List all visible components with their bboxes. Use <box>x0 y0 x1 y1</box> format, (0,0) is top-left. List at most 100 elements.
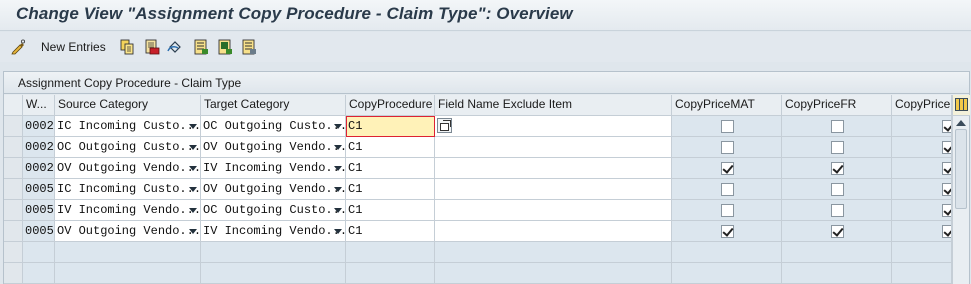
target-category-dropdown[interactable]: OC Outgoing Custo... <box>201 200 346 221</box>
display-change-icon[interactable] <box>11 39 27 55</box>
checkbox[interactable] <box>942 162 951 175</box>
checkbox[interactable] <box>721 162 734 175</box>
column-header-copy-procedure[interactable]: CopyProcedure <box>346 95 435 116</box>
target-category-dropdown[interactable]: OV Outgoing Vendo... <box>201 137 346 158</box>
column-header-copy-price-fr[interactable]: CopyPriceFR <box>782 95 892 116</box>
row-selector[interactable] <box>4 200 23 221</box>
page-title: Change View "Assignment Copy Procedure -… <box>16 4 573 23</box>
table-row: 0005 IC Incoming Custo... OV Outgoing Vend… <box>4 179 952 200</box>
row-selector[interactable] <box>4 158 23 179</box>
source-category-dropdown[interactable]: IV Incoming Vendo... <box>55 200 201 221</box>
value-help-icon[interactable] <box>437 118 452 133</box>
row-selector[interactable] <box>4 242 23 263</box>
select-all-rows-button[interactable] <box>4 95 23 116</box>
row-selector[interactable] <box>4 137 23 158</box>
scrollbar-thumb[interactable] <box>955 129 967 209</box>
copy-price-mat-checkbox <box>672 179 782 200</box>
checkbox[interactable] <box>831 141 844 154</box>
checkbox[interactable] <box>831 120 844 133</box>
checkbox[interactable] <box>942 225 951 238</box>
checkbox[interactable] <box>942 120 951 133</box>
new-entries-button[interactable]: New Entries <box>41 40 106 54</box>
column-header-source-category[interactable]: Source Category <box>55 95 201 116</box>
column-header-field-name-exclude-item[interactable]: Field Name Exclude Item <box>435 95 672 116</box>
source-category-dropdown[interactable]: IC Incoming Custo... <box>55 179 201 200</box>
title-bar: Change View "Assignment Copy Procedure -… <box>0 0 971 31</box>
copy-procedure-input[interactable]: C1 <box>346 137 435 158</box>
copy-procedure-input[interactable]: C1 <box>346 221 435 242</box>
checkbox[interactable] <box>721 204 734 217</box>
target-category-dropdown[interactable]: OC Outgoing Custo... <box>201 116 346 137</box>
source-category-dropdown[interactable]: OV Outgoing Vendo... <box>55 158 201 179</box>
dropdown-arrow-icon[interactable] <box>334 229 342 234</box>
table-grid: W... Source Category Target Category Cop… <box>4 95 952 284</box>
field-name-exclude-item-input[interactable] <box>435 179 672 200</box>
dropdown-arrow-icon[interactable] <box>334 166 342 171</box>
select-block-icon[interactable] <box>217 39 233 55</box>
dropdown-arrow-icon[interactable] <box>189 229 197 234</box>
dropdown-arrow-icon[interactable] <box>189 187 197 192</box>
checkbox[interactable] <box>942 204 951 217</box>
source-category-dropdown[interactable]: OV Outgoing Vendo... <box>55 221 201 242</box>
copy-procedure-input[interactable]: C1 <box>346 200 435 221</box>
copy-price-fr-checkbox <box>782 200 892 221</box>
cell-text: IC Incoming Custo... <box>57 182 201 196</box>
vertical-scrollbar[interactable] <box>952 95 970 284</box>
copy-icon[interactable] <box>119 39 135 55</box>
target-category-dropdown[interactable]: OV Outgoing Vendo... <box>201 179 346 200</box>
source-category-dropdown[interactable]: IC Incoming Custo... <box>55 116 201 137</box>
target-category-dropdown[interactable]: IV Incoming Vendo... <box>201 158 346 179</box>
cell-text: IV Incoming Vendo... <box>203 161 346 175</box>
dropdown-arrow-icon[interactable] <box>189 145 197 150</box>
dropdown-arrow-icon[interactable] <box>189 124 197 129</box>
cell-text: OC Outgoing Custo... <box>57 140 201 154</box>
copy-price-s-checkbox <box>892 221 952 242</box>
undo-change-icon[interactable] <box>167 39 183 55</box>
checkbox[interactable] <box>721 225 734 238</box>
dropdown-arrow-icon[interactable] <box>189 208 197 213</box>
checkbox[interactable] <box>721 120 734 133</box>
checkbox[interactable] <box>831 225 844 238</box>
dropdown-arrow-icon[interactable] <box>334 145 342 150</box>
field-name-exclude-item-input[interactable] <box>435 158 672 179</box>
checkbox[interactable] <box>831 183 844 196</box>
dropdown-arrow-icon[interactable] <box>334 187 342 192</box>
copy-procedure-input[interactable]: C1 <box>346 158 435 179</box>
checkbox[interactable] <box>942 141 951 154</box>
deselect-all-icon[interactable] <box>241 39 257 55</box>
copy-procedure-input[interactable]: C1 <box>346 179 435 200</box>
source-category-dropdown[interactable]: OC Outgoing Custo... <box>55 137 201 158</box>
dropdown-arrow-icon[interactable] <box>189 166 197 171</box>
target-category-dropdown[interactable]: IV Incoming Vendo... <box>201 221 346 242</box>
delete-icon[interactable] <box>144 39 160 55</box>
checkbox[interactable] <box>831 162 844 175</box>
field-name-exclude-item-input[interactable] <box>435 116 672 137</box>
copy-price-fr-checkbox <box>782 116 892 137</box>
column-header-target-category[interactable]: Target Category <box>201 95 346 116</box>
application-toolbar: New Entries <box>0 32 971 62</box>
dropdown-arrow-icon[interactable] <box>334 124 342 129</box>
select-all-icon[interactable] <box>193 39 209 55</box>
column-header-copy-price-mat[interactable]: CopyPriceMAT <box>672 95 782 116</box>
row-selector[interactable] <box>4 221 23 242</box>
copy-procedure-input[interactable]: C1 <box>346 116 435 137</box>
row-selector[interactable] <box>4 263 23 284</box>
cell-text: C1 <box>348 182 363 196</box>
scroll-up-icon[interactable] <box>956 120 966 126</box>
cell-text: 0005 <box>25 182 54 196</box>
cell-text: 0005 <box>25 203 54 217</box>
cell-text <box>435 166 437 169</box>
column-header-copy-price-s[interactable]: CopyPriceS <box>892 95 952 116</box>
field-name-exclude-item-input[interactable] <box>435 221 672 242</box>
column-header-w[interactable]: W... <box>23 95 55 116</box>
table-settings-icon[interactable] <box>953 95 970 116</box>
field-name-exclude-item-input[interactable] <box>435 200 672 221</box>
checkbox[interactable] <box>942 183 951 196</box>
field-name-exclude-item-input[interactable] <box>435 137 672 158</box>
checkbox[interactable] <box>721 183 734 196</box>
dropdown-arrow-icon[interactable] <box>334 208 342 213</box>
checkbox[interactable] <box>831 204 844 217</box>
row-selector[interactable] <box>4 179 23 200</box>
checkbox[interactable] <box>721 141 734 154</box>
row-selector[interactable] <box>4 116 23 137</box>
